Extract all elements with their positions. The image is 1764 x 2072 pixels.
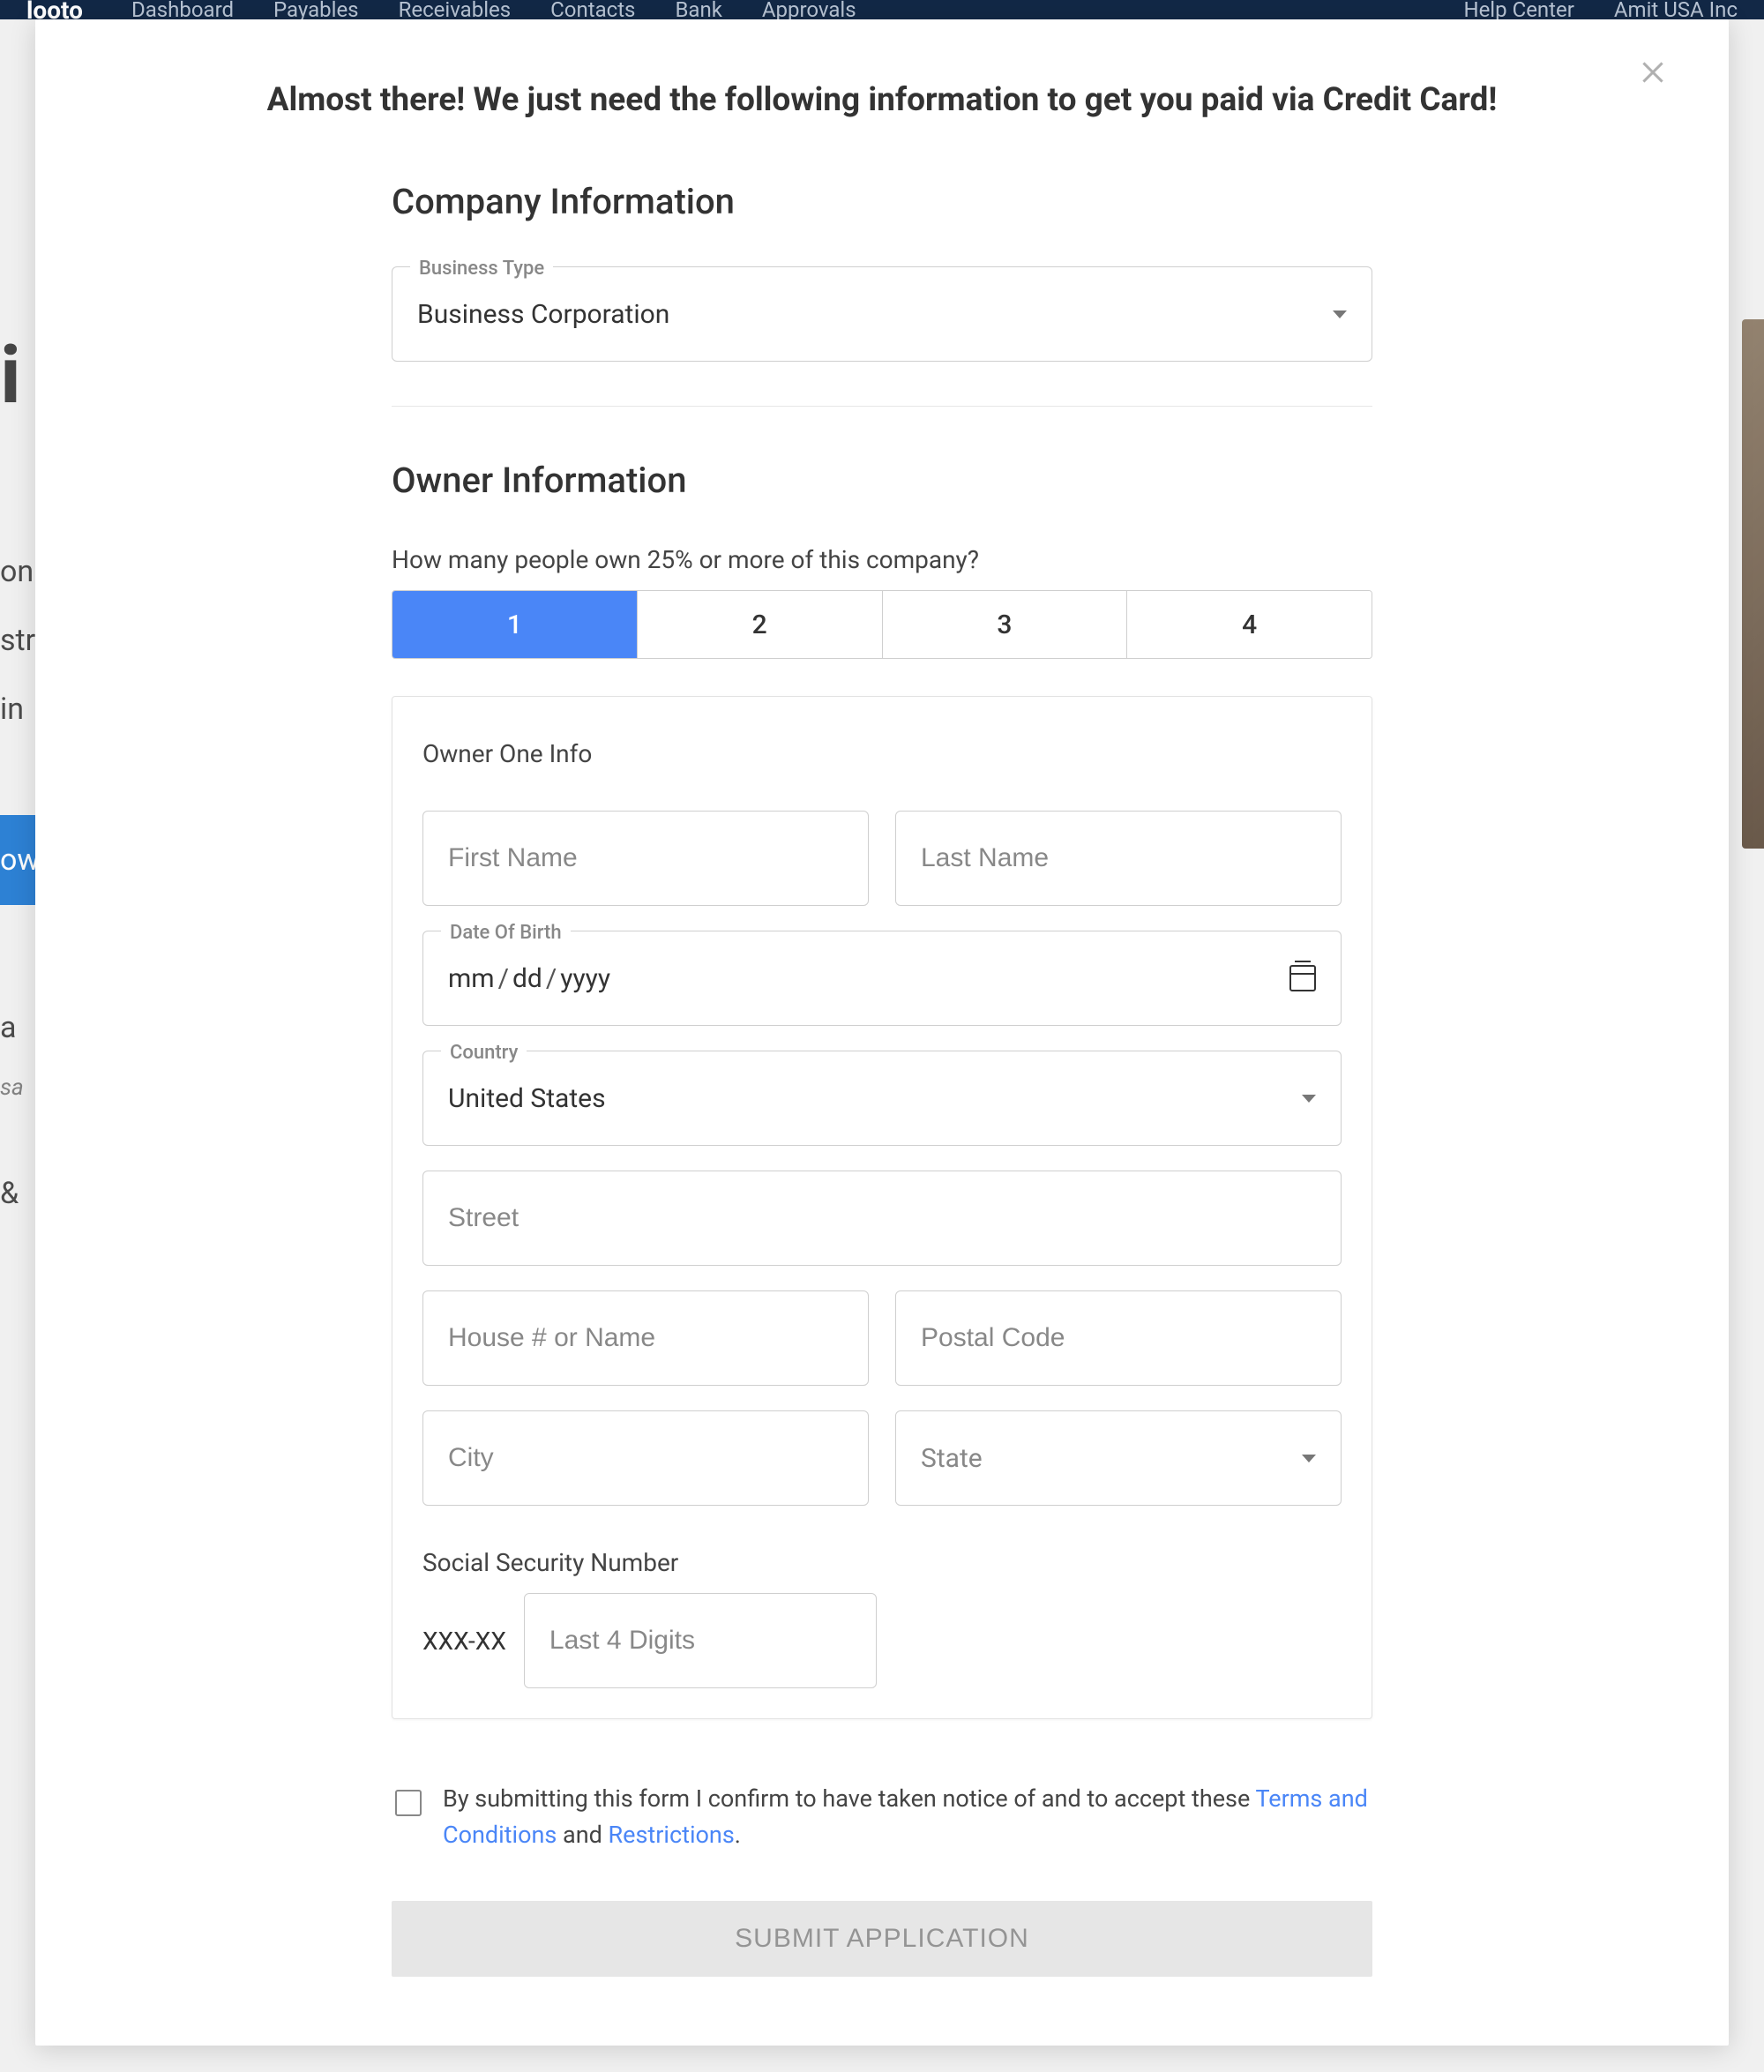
nav-payables[interactable]: Payables — [273, 0, 359, 19]
agreement-checkbox[interactable] — [395, 1790, 422, 1816]
owners-count-option-4[interactable]: 4 — [1127, 591, 1372, 658]
first-name-input[interactable] — [448, 843, 843, 873]
house-number-field[interactable] — [422, 1290, 869, 1386]
ssn-last4-input[interactable] — [549, 1626, 851, 1656]
business-type-select[interactable]: Business Type Business Corporation — [392, 266, 1372, 362]
house-number-input[interactable] — [448, 1323, 843, 1353]
bg-hero-image — [1742, 319, 1764, 849]
owners-count-option-3[interactable]: 3 — [883, 591, 1128, 658]
city-input[interactable] — [448, 1443, 843, 1473]
last-name-field[interactable] — [895, 811, 1342, 906]
restrictions-link[interactable]: Restrictions — [609, 1821, 735, 1849]
state-placeholder: State — [921, 1443, 1302, 1474]
chevron-down-icon — [1333, 310, 1347, 318]
ssn-label: Social Security Number — [422, 1548, 1342, 1577]
agreement-text: By submitting this form I confirm to hav… — [443, 1781, 1369, 1852]
nav-bank[interactable]: Bank — [675, 0, 721, 19]
company-info-heading: Company Information — [392, 181, 1372, 222]
close-icon[interactable] — [1637, 56, 1669, 88]
first-name-field[interactable] — [422, 811, 869, 906]
agreement-row: By submitting this form I confirm to hav… — [392, 1781, 1372, 1852]
street-input[interactable] — [448, 1203, 1316, 1233]
modal-title: Almost there! We just need the following… — [35, 81, 1729, 119]
section-divider — [392, 406, 1372, 407]
chevron-down-icon — [1302, 1095, 1316, 1103]
modal-dialog: Almost there! We just need the following… — [35, 19, 1729, 2046]
nav-dashboard[interactable]: Dashboard — [131, 0, 234, 19]
top-navigation: looto Dashboard Payables Receivables Con… — [0, 0, 1764, 19]
owners-count-question: How many people own 25% or more of this … — [392, 545, 1372, 574]
nav-receivables[interactable]: Receivables — [399, 0, 512, 19]
owner-one-card: Owner One Info Date Of Birth mm/dd/yyyy — [392, 696, 1372, 1719]
owners-count-option-2[interactable]: 2 — [638, 591, 883, 658]
brand-logo: looto — [26, 0, 83, 19]
owner-one-title: Owner One Info — [422, 739, 1342, 768]
nav-help-center[interactable]: Help Center — [1463, 0, 1573, 19]
city-field[interactable] — [422, 1410, 869, 1506]
ssn-last4-field[interactable] — [524, 1593, 877, 1688]
owner-info-heading: Owner Information — [392, 460, 1372, 501]
nav-account[interactable]: Amit USA Inc — [1614, 0, 1738, 19]
business-type-value: Business Corporation — [417, 299, 1333, 330]
last-name-input[interactable] — [921, 843, 1316, 873]
owners-count-option-1[interactable]: 1 — [392, 591, 638, 658]
dob-placeholder-text: mm/dd/yyyy — [448, 963, 1289, 994]
street-field[interactable] — [422, 1171, 1342, 1266]
country-label: Country — [441, 1042, 527, 1064]
calendar-icon[interactable] — [1289, 965, 1316, 991]
date-of-birth-field[interactable]: Date Of Birth mm/dd/yyyy — [422, 931, 1342, 1026]
country-select[interactable]: Country United States — [422, 1051, 1342, 1146]
postal-code-field[interactable] — [895, 1290, 1342, 1386]
ssn-prefix: XXX-XX — [422, 1627, 506, 1656]
submit-application-button[interactable]: SUBMIT APPLICATION — [392, 1901, 1372, 1977]
state-select[interactable]: State — [895, 1410, 1342, 1506]
postal-code-input[interactable] — [921, 1323, 1316, 1353]
dob-label: Date Of Birth — [441, 922, 571, 944]
country-value: United States — [448, 1083, 1302, 1114]
business-type-label: Business Type — [410, 258, 553, 280]
chevron-down-icon — [1302, 1455, 1316, 1462]
owners-count-segmented: 1 2 3 4 — [392, 590, 1372, 659]
nav-contacts[interactable]: Contacts — [550, 0, 635, 19]
nav-approvals[interactable]: Approvals — [762, 0, 856, 19]
